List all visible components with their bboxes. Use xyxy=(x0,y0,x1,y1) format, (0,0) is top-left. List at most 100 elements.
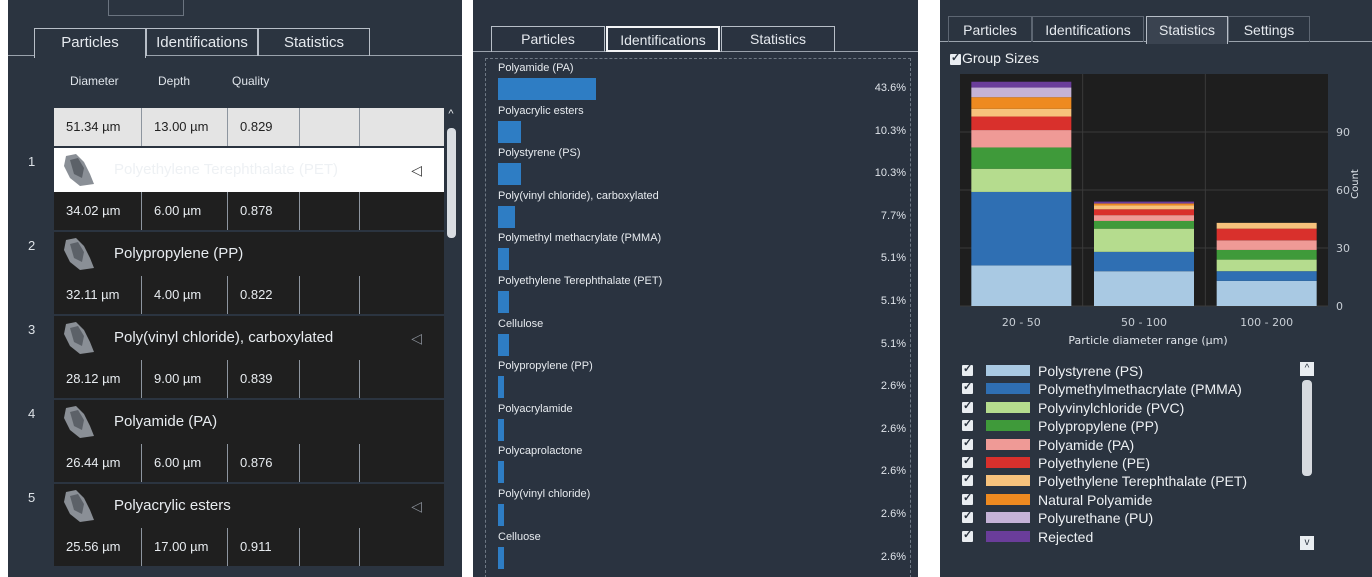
cell-diameter: 26.44 µm xyxy=(54,444,142,482)
particle-values-row[interactable]: 26.44 µm 6.00 µm 0.876 xyxy=(54,444,444,482)
column-header-diameter[interactable]: Diameter xyxy=(70,74,119,88)
tab-statistics[interactable]: Statistics xyxy=(258,28,370,56)
particle-values-row[interactable]: 25.56 µm 17.00 µm 0.911 xyxy=(54,528,444,566)
column-header-quality[interactable]: Quality xyxy=(232,74,269,88)
legend-checkbox[interactable] xyxy=(962,509,973,524)
triangle-left-icon[interactable]: ◁ xyxy=(411,316,422,360)
legend-swatch xyxy=(986,512,1030,524)
group-sizes-label: Group Sizes xyxy=(962,50,1040,66)
particle-index: 4 xyxy=(28,406,36,421)
panel2-tabbar: Particles Identifications Statistics xyxy=(473,24,918,52)
bar-segment-1-0 xyxy=(1094,271,1194,306)
legend-item[interactable]: Polyethylene Terephthalate (PET) xyxy=(960,472,1320,490)
x-tick-label: 50 - 100 xyxy=(1121,316,1167,329)
legend-checkbox[interactable] xyxy=(962,472,973,487)
y-tick-label: 60 xyxy=(1336,184,1350,197)
tab-particles[interactable]: Particles xyxy=(491,26,605,52)
scroll-down-icon[interactable]: v xyxy=(1300,536,1314,550)
identification-percent: 10.3% xyxy=(874,167,906,180)
x-tick-label: 20 - 50 xyxy=(1002,316,1041,329)
legend-swatch xyxy=(986,493,1030,505)
triangle-left-icon[interactable]: ◁ xyxy=(411,148,422,192)
legend-item[interactable]: Polyethylene (PE) xyxy=(960,454,1320,472)
cell-depth: 17.00 µm xyxy=(142,528,228,566)
identification-row[interactable]: Polyacrylamide 2.6% xyxy=(498,403,908,445)
identification-bar xyxy=(498,120,522,143)
legend-checkbox[interactable] xyxy=(962,362,973,376)
legend-checkbox[interactable] xyxy=(962,380,973,395)
legend-item[interactable]: Polyvinylchloride (PVC) xyxy=(960,399,1320,417)
identification-bar xyxy=(498,248,510,271)
bar-segment-1-7 xyxy=(1094,203,1194,206)
particle-thumbnail xyxy=(60,152,98,188)
group-sizes-checkbox[interactable] xyxy=(950,51,961,65)
tab-statistics[interactable]: Statistics xyxy=(1146,16,1228,44)
identification-label: Polycaprolactone xyxy=(498,445,583,458)
column-header-depth[interactable]: Depth xyxy=(158,74,190,88)
identification-row[interactable]: Polycaprolactone 2.6% xyxy=(498,445,908,487)
tab-identifications[interactable]: Identifications xyxy=(606,26,720,52)
bar-segment-2-0 xyxy=(1216,280,1317,306)
tab-identifications[interactable]: Identifications xyxy=(1032,16,1144,42)
particle-name-row[interactable]: Polyamide (PA) xyxy=(54,400,444,444)
identification-row[interactable]: Poly(vinyl chloride) 2.6% xyxy=(498,488,908,530)
tab-particles[interactable]: Particles xyxy=(34,28,146,58)
tab-particles[interactable]: Particles xyxy=(948,16,1032,42)
particle-name-row[interactable]: Poly(vinyl chloride), carboxylated ◁ xyxy=(54,316,444,360)
particle-values-row[interactable]: 34.02 µm 6.00 µm 0.878 xyxy=(54,192,444,230)
identification-row[interactable]: Polymethyl methacrylate (PMMA) 5.1% xyxy=(498,232,908,274)
bar-segment-0-8 xyxy=(971,87,1072,98)
bar-segment-2-5 xyxy=(1216,228,1317,241)
particle-name-row[interactable]: Polyethylene Terephthalate (PET) ◁ xyxy=(54,148,444,192)
legend-item[interactable]: Polystyrene (PS) xyxy=(960,362,1320,380)
legend-checkbox[interactable] xyxy=(962,436,973,450)
legend-item[interactable]: Rejected xyxy=(960,528,1320,546)
bar-segment-0-1 xyxy=(971,191,1072,266)
scroll-thumb[interactable] xyxy=(447,128,456,238)
cell-empty xyxy=(300,444,360,482)
tab-identifications[interactable]: Identifications xyxy=(146,28,258,56)
identification-row[interactable]: Celluose 2.6% xyxy=(498,531,908,573)
identification-row[interactable]: Polyamide (PA) 43.6% xyxy=(498,62,908,104)
identification-row[interactable]: Cellulose 5.1% xyxy=(498,318,908,360)
bar-segment-2-3 xyxy=(1216,249,1317,260)
identification-row[interactable]: Polyacrylic esters 10.3% xyxy=(498,105,908,147)
identification-row[interactable]: Poly(vinyl chloride), carboxylated 7.7% xyxy=(498,190,908,232)
particle-name-row[interactable]: Polypropylene (PP) xyxy=(54,232,444,276)
identification-percent: 2.6% xyxy=(880,465,906,478)
scroll-up-icon[interactable]: ^ xyxy=(445,108,457,120)
legend-checkbox[interactable] xyxy=(962,399,973,413)
cell-quality: 0.876 xyxy=(228,444,300,482)
legend-item[interactable]: Natural Polyamide xyxy=(960,491,1320,509)
identification-row[interactable]: Polyethylene Terephthalate (PET) 5.1% xyxy=(498,275,908,317)
legend-checkbox[interactable] xyxy=(962,417,973,432)
identification-bar xyxy=(498,163,522,186)
legend-item[interactable]: Polymethylmethacrylate (PMMA) xyxy=(960,380,1320,398)
identifications-panel: Particles Identifications Statistics Pol… xyxy=(473,0,918,577)
legend-item[interactable]: Polyurethane (PU) xyxy=(960,509,1320,527)
legend-scrollbar[interactable]: ^ v xyxy=(1300,362,1314,550)
particle-values-row[interactable]: 51.34 µm 13.00 µm 0.829 xyxy=(54,108,444,146)
particle-name-row[interactable]: Polyacrylic esters ◁ xyxy=(54,484,444,528)
tab-statistics[interactable]: Statistics xyxy=(721,26,835,52)
legend-checkbox[interactable] xyxy=(962,454,973,468)
triangle-left-icon[interactable]: ◁ xyxy=(411,484,422,528)
scroll-up-icon[interactable]: ^ xyxy=(1300,362,1314,376)
cell-empty xyxy=(300,528,360,566)
identification-row[interactable]: Polystyrene (PS) 10.3% xyxy=(498,147,908,189)
legend-checkbox[interactable] xyxy=(962,491,973,505)
particle-values-row[interactable]: 28.12 µm 9.00 µm 0.839 xyxy=(54,360,444,398)
scroll-thumb[interactable] xyxy=(1302,380,1312,476)
particles-scrollbar[interactable]: ^ xyxy=(445,108,457,576)
legend-item[interactable]: Polyamide (PA) xyxy=(960,436,1320,454)
identification-row[interactable]: Polypropylene (PP) 2.6% xyxy=(498,360,908,402)
bar-segment-1-9 xyxy=(1094,201,1194,204)
legend-item[interactable]: Polypropylene (PP) xyxy=(960,417,1320,435)
particle-values-row[interactable]: 32.11 µm 4.00 µm 0.822 xyxy=(54,276,444,314)
y-axis-label: Count xyxy=(1350,169,1361,199)
tab-settings[interactable]: Settings xyxy=(1228,16,1310,42)
cell-depth: 4.00 µm xyxy=(142,276,228,314)
legend-checkbox[interactable] xyxy=(962,528,973,542)
cell-empty xyxy=(300,276,360,314)
legend-swatch xyxy=(986,438,1030,450)
